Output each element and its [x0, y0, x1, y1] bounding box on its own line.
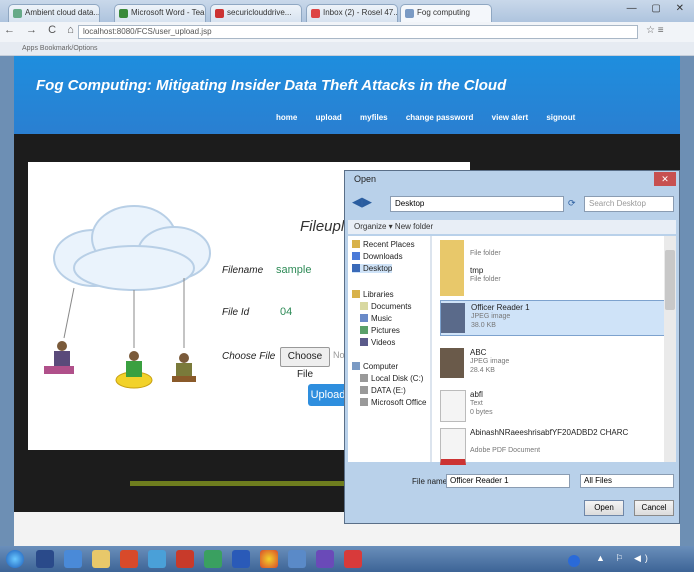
filename-label: Filename: [222, 265, 264, 276]
list-item-selected[interactable]: Officer Reader 1 JPEG image 38.0 KB: [440, 300, 670, 336]
folder-icon: [352, 240, 360, 248]
choose-file-label: Choose File: [222, 351, 276, 362]
list-item[interactable]: tmp File folder: [440, 264, 670, 300]
scrollbar-thumb[interactable]: [665, 250, 675, 310]
nav-view-alert[interactable]: view alert: [492, 113, 528, 122]
sidebar-item-documents[interactable]: Documents: [360, 302, 411, 311]
list-item[interactable]: AbinashNRaeeshrisabfYF20ADBD2 CHARC Adobe…: [440, 426, 670, 465]
window-controls[interactable]: — ▢ ✕: [627, 3, 690, 14]
nav-myfiles[interactable]: myfiles: [360, 113, 388, 122]
dialog-title: Open: [354, 174, 377, 184]
nav-change-password[interactable]: change password: [406, 113, 474, 122]
sidebar-item-ms-office[interactable]: Microsoft Office: [360, 398, 426, 407]
list-item[interactable]: ABC JPEG image 28.4 KB: [440, 346, 670, 382]
tab-favicon-icon: [119, 9, 128, 18]
browser-tab-active[interactable]: Fog computing: [400, 4, 492, 22]
tab-favicon-icon: [13, 9, 22, 18]
folder-icon: [440, 266, 464, 296]
system-tray-icons[interactable]: ▲ ⚐ ◀): [596, 553, 652, 564]
desktop-icon: [352, 264, 360, 272]
taskbar-app-icon[interactable]: [64, 550, 82, 568]
folder-icon[interactable]: [92, 550, 110, 568]
open-button[interactable]: Open: [584, 500, 624, 516]
person-icon: [115, 351, 153, 389]
list-item[interactable]: abfl Text 0 bytes: [440, 388, 670, 424]
download-icon: [352, 252, 360, 260]
site-nav: home upload myfiles change password view…: [276, 113, 591, 122]
sidebar-item-local-disk[interactable]: Local Disk (C:): [360, 374, 423, 383]
library-icon: [352, 290, 360, 298]
dialog-filename-label: File name:: [412, 477, 450, 486]
drive-icon: [360, 386, 368, 394]
start-button-icon[interactable]: [6, 550, 24, 568]
sidebar-item-computer[interactable]: Computer: [352, 362, 398, 371]
star-menu-icon[interactable]: ☆ ≡: [646, 25, 664, 36]
person-icon: [44, 341, 74, 374]
decorative-bar: [130, 481, 380, 486]
documents-icon: [360, 302, 368, 310]
help-icon[interactable]: [568, 555, 580, 567]
fileid-value[interactable]: 04: [280, 306, 292, 318]
taskbar-app-icon[interactable]: [148, 550, 166, 568]
upload-button[interactable]: Upload: [308, 384, 348, 406]
person-icon: [172, 353, 196, 382]
taskbar-app-icon[interactable]: [288, 550, 306, 568]
dialog-filename-input[interactable]: Officer Reader 1: [446, 474, 570, 488]
sidebar-item-desktop[interactable]: Desktop: [352, 264, 393, 273]
sidebar-item-music[interactable]: Music: [360, 314, 392, 323]
refresh-icon[interactable]: ⟳: [568, 198, 576, 209]
sidebar-item-recent[interactable]: Recent Places: [352, 240, 415, 249]
bookmarks-bar[interactable]: Apps Bookmark/Options: [0, 42, 694, 56]
nav-signout[interactable]: signout: [546, 113, 575, 122]
word-icon[interactable]: [232, 550, 250, 568]
sidebar-item-libraries[interactable]: Libraries: [352, 290, 394, 299]
taskbar-app-icon[interactable]: [316, 550, 334, 568]
image-thumbnail-icon: [440, 348, 464, 378]
dialog-path-breadcrumb[interactable]: Desktop: [390, 196, 564, 212]
browser-tab-2[interactable]: Microsoft Word - Team...: [114, 4, 206, 22]
url-input[interactable]: localhost:8080/FCS/user_upload.jsp: [78, 25, 638, 39]
drive-icon: [360, 398, 368, 406]
no-file-text: No: [333, 350, 345, 360]
dialog-close-icon[interactable]: ✕: [654, 172, 676, 186]
dialog-toolbar[interactable]: Organize ▾ New folder: [348, 220, 676, 234]
cancel-button[interactable]: Cancel: [634, 500, 674, 516]
image-thumbnail-icon: [441, 303, 465, 333]
pdf-file-icon: [440, 428, 466, 465]
taskbar-app-icon[interactable]: [344, 550, 362, 568]
choose-file-button[interactable]: Choose File: [280, 347, 330, 380]
nav-home[interactable]: home: [276, 113, 297, 122]
sidebar-item-data-drive[interactable]: DATA (E:): [360, 386, 406, 395]
nav-upload[interactable]: upload: [316, 113, 342, 122]
file-type-select[interactable]: All Files: [580, 474, 674, 488]
dialog-search-input[interactable]: Search Desktop: [584, 196, 674, 212]
browser-tab-3[interactable]: securiclouddrive...: [210, 4, 302, 22]
dialog-back-forward-icon[interactable]: ◀▶: [352, 194, 372, 210]
music-icon: [360, 314, 368, 322]
videos-icon: [360, 338, 368, 346]
computer-icon: [352, 362, 360, 370]
taskbar-app-icon[interactable]: [36, 550, 54, 568]
taskbar-app-icon[interactable]: [176, 550, 194, 568]
browser-tab-4[interactable]: Inbox (2) - Rosel 47...: [306, 4, 398, 22]
pictures-icon: [360, 326, 368, 334]
sidebar-item-pictures[interactable]: Pictures: [360, 326, 400, 335]
fileid-label: File Id: [222, 307, 250, 318]
sidebar-item-videos[interactable]: Videos: [360, 338, 395, 347]
cloud-network-illustration: [44, 205, 211, 389]
site-header: [14, 56, 680, 134]
filename-value[interactable]: sample: [276, 264, 311, 276]
browser-tab-1[interactable]: Ambient cloud data...: [8, 4, 100, 22]
sidebar-item-downloads[interactable]: Downloads: [352, 252, 403, 261]
taskbar-app-icon[interactable]: [120, 550, 138, 568]
site-title: Fog Computing: Mitigating Insider Data T…: [36, 77, 507, 94]
text-file-icon: [440, 390, 466, 422]
drive-icon: [360, 374, 368, 382]
tab-favicon-icon: [215, 9, 224, 18]
chrome-icon[interactable]: [260, 550, 278, 568]
tab-favicon-icon: [311, 9, 320, 18]
taskbar-app-icon[interactable]: [204, 550, 222, 568]
navigation-buttons[interactable]: ← → C ⌂: [4, 24, 78, 36]
tab-favicon-icon: [405, 9, 414, 18]
